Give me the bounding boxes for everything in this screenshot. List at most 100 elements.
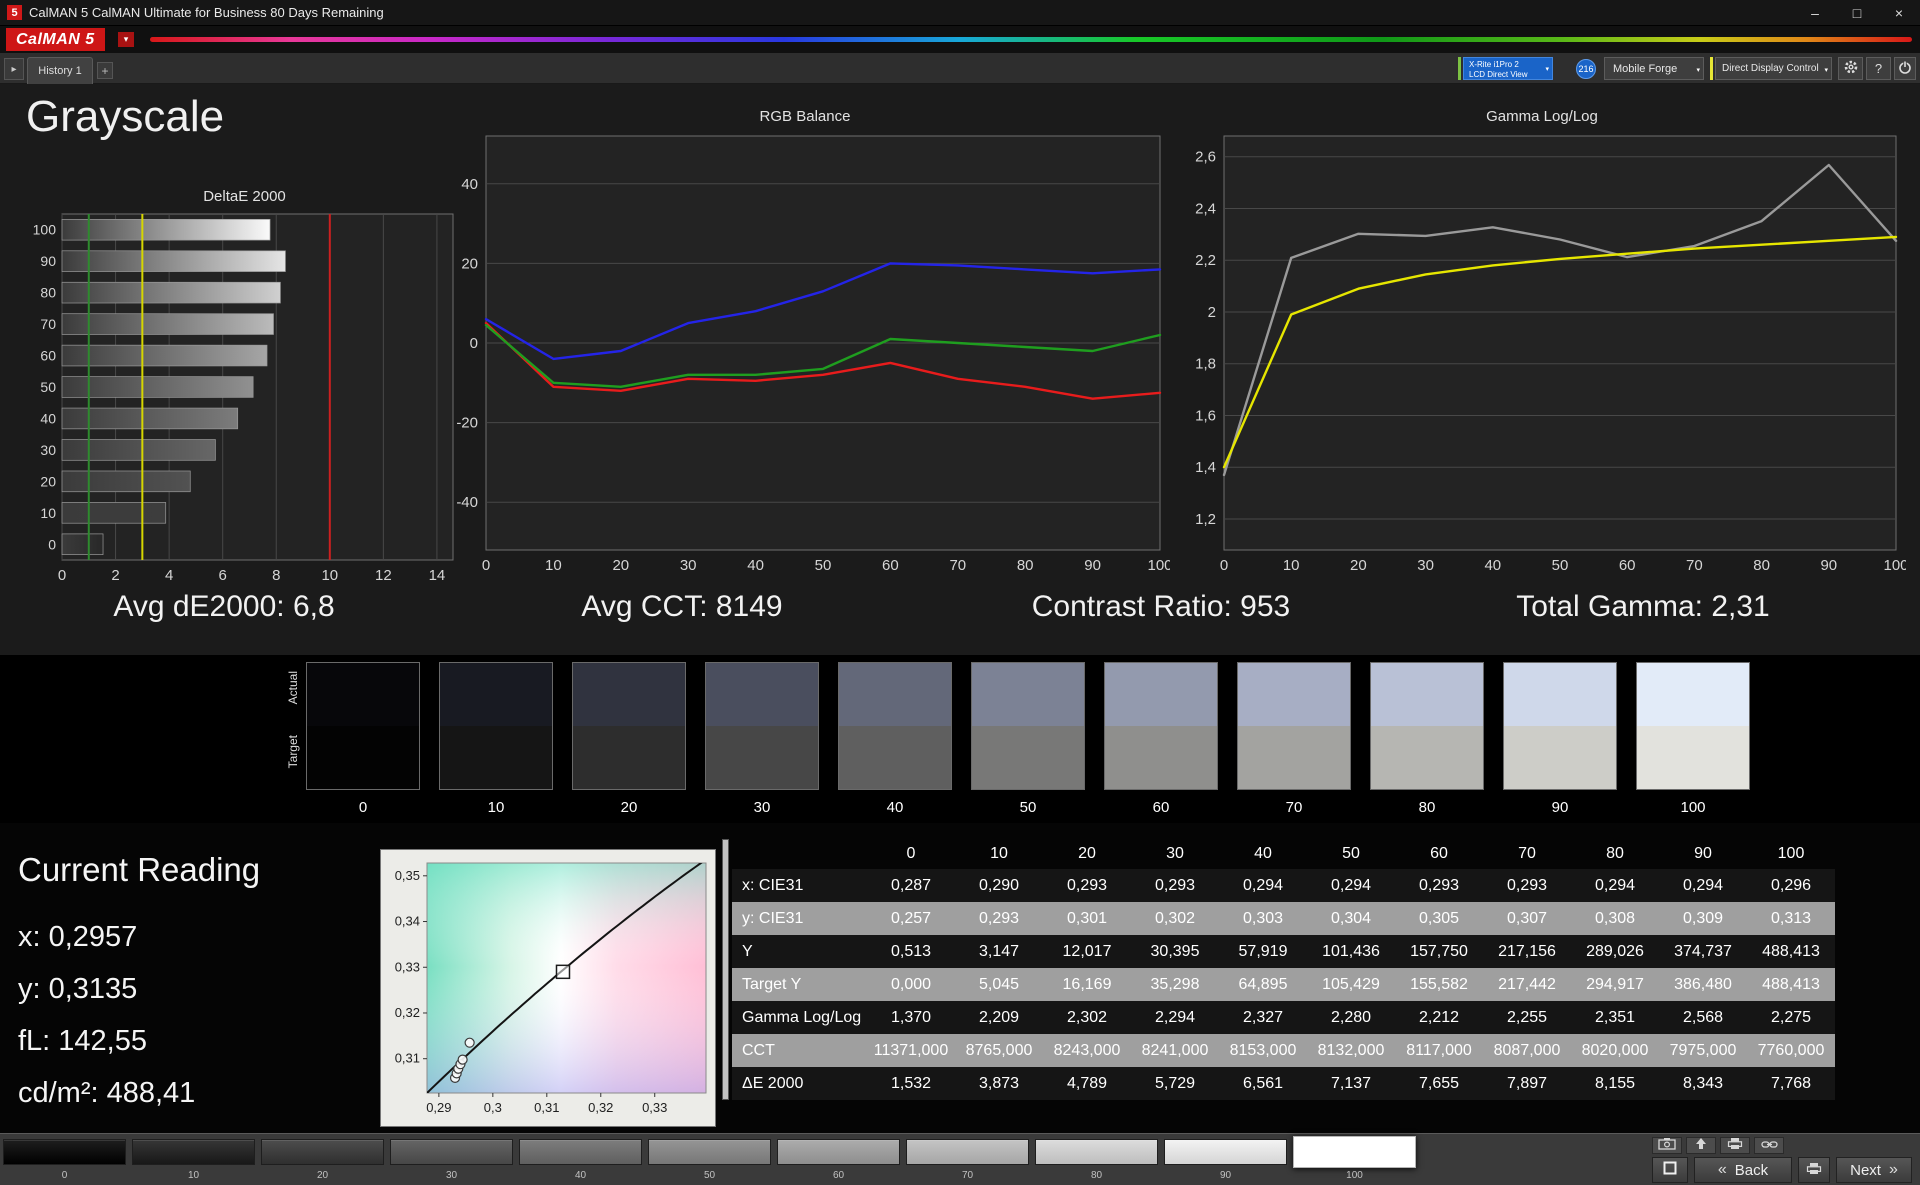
capture-button[interactable] xyxy=(1652,1137,1682,1154)
tab-history-1[interactable]: History 1 xyxy=(27,57,93,84)
rgb-balance-chart: 40 20 0 -20 -40 0 10 20 30 40 50 60 70 80 90 100 xyxy=(456,135,1173,574)
link-icon xyxy=(1760,1137,1778,1155)
nav-collapse-button[interactable]: ▸ xyxy=(4,58,24,80)
svg-text:8: 8 xyxy=(272,567,280,584)
grayscale-step-button-0[interactable] xyxy=(3,1139,126,1165)
svg-text:40: 40 xyxy=(1484,557,1501,574)
maximize-button[interactable]: □ xyxy=(1836,0,1878,25)
swatch-target xyxy=(706,726,818,789)
svg-text:60: 60 xyxy=(40,348,56,364)
swatch-step-label: 10 xyxy=(487,799,505,816)
table-cell: 2,275 xyxy=(1770,1008,1812,1026)
table-cell: 294,917 xyxy=(1586,975,1644,993)
grayscale-step-button-40[interactable] xyxy=(519,1139,642,1165)
swatch-actual xyxy=(839,663,951,726)
table-col-header: 10 xyxy=(990,845,1008,862)
stat-avg-de2000: Avg dE2000: 6,8 xyxy=(113,590,335,623)
table-col-header: 80 xyxy=(1606,845,1624,862)
display-control-label: Direct Display Control xyxy=(1722,63,1819,74)
table-cell: 488,413 xyxy=(1762,975,1820,993)
table-cell: 8765,000 xyxy=(965,1041,1033,1059)
step-button-label: 40 xyxy=(574,1170,587,1181)
table-cell: 3,147 xyxy=(978,942,1020,960)
table-row-label: y: CIE31 xyxy=(742,909,804,927)
brand-row: CalMAN 5 ▾ xyxy=(0,26,1920,53)
table-cell: 8087,000 xyxy=(1493,1041,1561,1059)
help-button[interactable]: ? xyxy=(1866,57,1891,80)
grayscale-step-button-90[interactable] xyxy=(1164,1139,1287,1165)
swatch-step-label: 70 xyxy=(1285,799,1303,816)
grayscale-step-button-50[interactable] xyxy=(648,1139,771,1165)
svg-text:90: 90 xyxy=(1084,557,1101,574)
table-cell: 2,255 xyxy=(1506,1008,1548,1026)
link-button[interactable] xyxy=(1754,1137,1784,1154)
display-control-button[interactable]: Direct Display Control ▾ xyxy=(1715,57,1832,80)
table-cell: 11371,000 xyxy=(873,1041,949,1059)
table-cell: 0,513 xyxy=(890,942,932,960)
grayscale-step-button-100[interactable] xyxy=(1293,1136,1416,1168)
new-tab-button[interactable]: + xyxy=(97,62,113,79)
next-button[interactable]: Next » xyxy=(1836,1157,1912,1183)
print-report-button[interactable] xyxy=(1798,1157,1830,1183)
reading-fl: fL: 142,55 xyxy=(18,1024,147,1057)
push-button[interactable] xyxy=(1686,1137,1716,1154)
title-bar: 5 CalMAN 5 CalMAN Ultimate for Business … xyxy=(0,0,1920,26)
swatch-strip: Actual Target 0 10 20 30 40 50 60 70 80 90 100 xyxy=(0,655,1920,823)
close-button[interactable]: × xyxy=(1878,0,1920,25)
grayscale-step-button-30[interactable] xyxy=(390,1139,513,1165)
grayscale-step-button-60[interactable] xyxy=(777,1139,900,1165)
source-select-button[interactable]: Mobile Forge ▾ xyxy=(1604,57,1704,80)
double-chevron-left-icon: « xyxy=(1717,1161,1727,1178)
svg-text:0: 0 xyxy=(1220,557,1228,574)
next-button-label: Next xyxy=(1850,1161,1881,1179)
calman-logo[interactable]: CalMAN 5 xyxy=(6,28,105,51)
actual-row-label: Actual xyxy=(286,671,300,705)
grayscale-swatch-50: 50 xyxy=(971,662,1085,816)
step-button-label: 90 xyxy=(1219,1170,1232,1181)
print-button[interactable] xyxy=(1720,1137,1750,1154)
svg-text:12: 12 xyxy=(375,567,392,584)
svg-text:70: 70 xyxy=(40,316,56,332)
current-reading-title: Current Reading xyxy=(18,851,261,888)
table-cell: 1,370 xyxy=(890,1008,932,1026)
grayscale-step-button-70[interactable] xyxy=(906,1139,1029,1165)
swatch-target xyxy=(307,726,419,789)
readings-section: Current Reading x: 0,2957 y: 0,3135 fL: … xyxy=(0,823,1920,1133)
logo-menu-caret-icon[interactable]: ▾ xyxy=(118,32,134,47)
camera-icon xyxy=(1658,1137,1676,1155)
svg-text:70: 70 xyxy=(949,557,966,574)
table-cell: 0,294 xyxy=(1682,876,1724,894)
meter-select-button[interactable]: X-Rite i1Pro 2 LCD Direct View ▾ xyxy=(1463,57,1553,80)
table-cell: 8132,000 xyxy=(1317,1041,1385,1059)
svg-text:80: 80 xyxy=(1017,557,1034,574)
settings-button[interactable] xyxy=(1838,57,1863,80)
table-row: ΔE 2000 1,532 3,873 4,789 5,729 6,561 7,137 7,6… xyxy=(732,1067,1835,1100)
svg-text:0,33: 0,33 xyxy=(642,1100,667,1115)
swatch-step-label: 60 xyxy=(1152,799,1170,816)
grayscale-step-button-80[interactable] xyxy=(1035,1139,1158,1165)
grayscale-step-button-20[interactable] xyxy=(261,1139,384,1165)
step-button-label: 60 xyxy=(832,1170,845,1181)
table-cell: 16,169 xyxy=(1062,975,1112,993)
svg-text:1,8: 1,8 xyxy=(1195,356,1216,373)
table-cell: 0,296 xyxy=(1770,876,1812,894)
table-cell: 0,304 xyxy=(1330,909,1372,927)
table-cell: 7,655 xyxy=(1418,1074,1460,1092)
grayscale-swatch-60: 60 xyxy=(1104,662,1218,816)
gamma-chart-title: Gamma Log/Log xyxy=(1486,108,1598,125)
svg-text:60: 60 xyxy=(882,557,899,574)
power-button[interactable] xyxy=(1894,57,1916,80)
stop-button[interactable] xyxy=(1652,1157,1688,1183)
table-row: Target Y 0,000 5,045 16,169 35,298 64,895 105,… xyxy=(732,968,1835,1001)
grayscale-step-button-10[interactable] xyxy=(132,1139,255,1165)
stat-avg-cct: Avg CCT: 8149 xyxy=(581,590,783,623)
source-name: Mobile Forge xyxy=(1613,62,1678,75)
table-scrollbar[interactable] xyxy=(722,839,729,1100)
table-cell: 8,343 xyxy=(1682,1074,1724,1092)
svg-text:50: 50 xyxy=(40,379,56,395)
reading-cdm2: cd/m²: 488,41 xyxy=(18,1076,196,1109)
svg-text:30: 30 xyxy=(40,442,56,458)
minimize-button[interactable]: – xyxy=(1794,0,1836,25)
back-button[interactable]: « Back xyxy=(1694,1157,1792,1183)
table-cell: 64,895 xyxy=(1238,975,1288,993)
